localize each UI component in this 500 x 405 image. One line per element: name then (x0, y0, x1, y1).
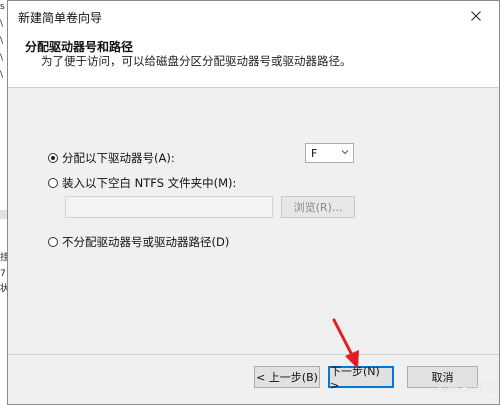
folder-path-input[interactable] (65, 196, 273, 218)
assign-letter-option[interactable]: 分配以下驱动器号(A): (48, 150, 175, 166)
no-assign-radio[interactable] (48, 237, 58, 247)
paw-icon (437, 381, 452, 392)
mount-folder-option[interactable]: 装入以下空白 NTFS 文件夹中(M): (48, 175, 236, 191)
no-assign-label: 不分配驱动器号或驱动器路径(D) (62, 235, 230, 249)
background-text: 7 (0, 269, 6, 279)
drive-letter-value: F (311, 146, 318, 160)
wizard-header: 分配驱动器号和路径 为了便于访问，可以给磁盘分区分配驱动器号或驱动器路径。 (8, 31, 499, 88)
background-text: \ (0, 70, 4, 80)
drive-letter-select[interactable]: F (305, 143, 354, 163)
watermark-text: Bai经验 (451, 381, 499, 396)
browse-button[interactable]: 浏览(R)... (281, 196, 355, 218)
background-text: \ (0, 19, 4, 29)
assign-letter-radio[interactable] (48, 153, 58, 163)
new-simple-volume-wizard: 新建简单卷向导 分配驱动器号和路径 为了便于访问，可以给磁盘分区分配驱动器号或驱… (7, 0, 500, 405)
back-button[interactable]: < 上一步(B) (254, 366, 320, 388)
watermark: Bai经验 (437, 377, 499, 396)
next-button[interactable]: 下一步(N) > (328, 365, 394, 392)
chevron-down-icon (341, 150, 349, 155)
assign-letter-label: 分配以下驱动器号(A): (62, 151, 175, 165)
background-text: \ (0, 53, 4, 63)
close-button[interactable] (453, 1, 499, 31)
background-text: s (0, 2, 5, 12)
footer-divider (8, 354, 499, 355)
mount-folder-label: 装入以下空白 NTFS 文件夹中(M): (62, 176, 237, 190)
no-assign-option[interactable]: 不分配驱动器号或驱动器路径(D) (48, 234, 229, 250)
background-text: \ (0, 36, 4, 46)
title-bar: 新建简单卷向导 (8, 1, 499, 31)
close-icon (471, 11, 481, 21)
window-title: 新建简单卷向导 (18, 11, 103, 25)
mount-folder-radio[interactable] (48, 178, 58, 188)
page-subtitle: 为了便于访问，可以给磁盘分区分配驱动器号或驱动器路径。 (41, 54, 352, 68)
